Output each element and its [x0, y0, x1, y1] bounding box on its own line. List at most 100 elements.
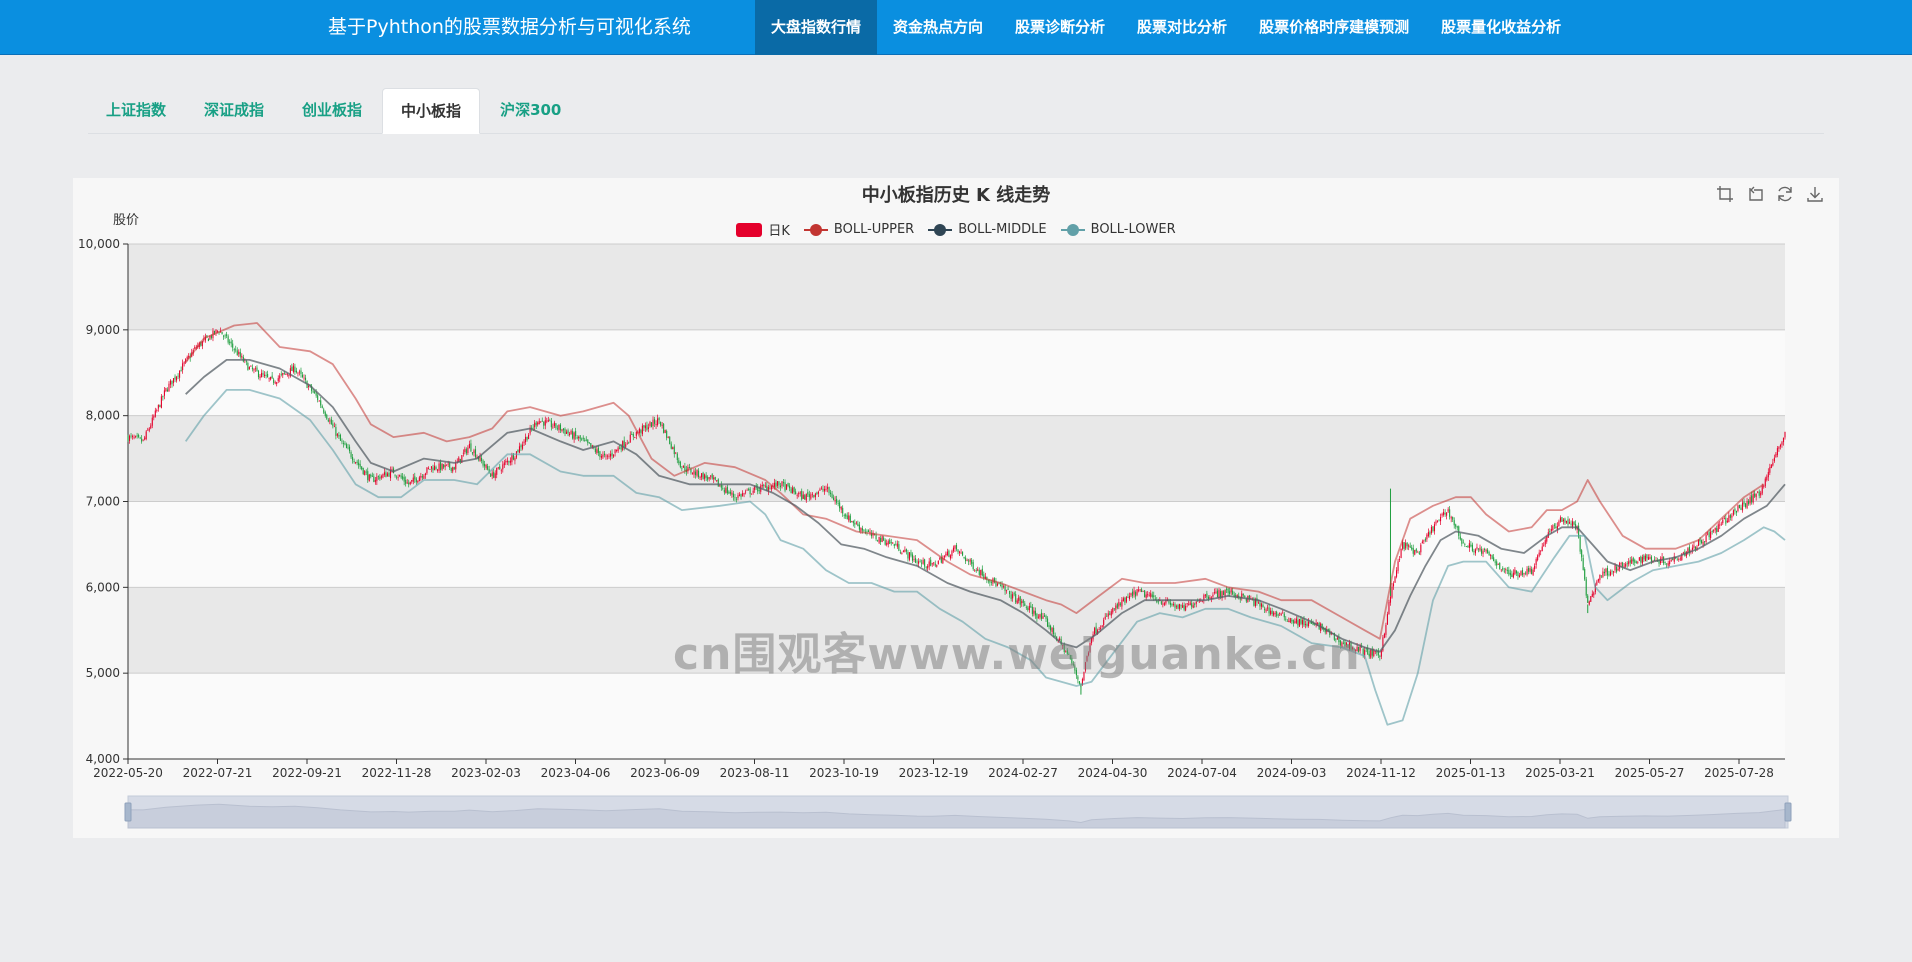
legend-item-boll-middle[interactable]: BOLL-MIDDLE: [928, 220, 1047, 239]
candle-body: [236, 350, 238, 356]
candle-body: [394, 474, 396, 476]
candle-body: [138, 435, 140, 437]
nav-item-stock-compare[interactable]: 股票对比分析: [1121, 0, 1243, 55]
candle-body: [614, 449, 616, 454]
candle-body: [965, 557, 967, 562]
candle-body: [1468, 543, 1470, 549]
candle-body: [314, 391, 316, 393]
candle-body: [632, 433, 634, 437]
candle-body: [133, 437, 135, 439]
candle-body: [1606, 567, 1609, 576]
candle-body: [1179, 604, 1181, 609]
download-icon[interactable]: [1805, 184, 1825, 204]
candle-body: [1526, 568, 1528, 575]
candle-body: [1503, 570, 1505, 572]
tab-chinext[interactable]: 创业板指: [284, 88, 380, 133]
nav-item-price-forecast[interactable]: 股票价格时序建模预测: [1243, 0, 1425, 55]
candle-body: [1006, 590, 1008, 592]
nav-item-quant-returns[interactable]: 股票量化收益分析: [1425, 0, 1577, 55]
nav-item-stock-diagnosis[interactable]: 股票诊断分析: [999, 0, 1121, 55]
candle-body: [1383, 633, 1385, 638]
candle-body: [907, 552, 909, 559]
candle-body: [1502, 567, 1504, 570]
zoom-reset-icon[interactable]: [1745, 184, 1765, 204]
candle-body: [1646, 554, 1648, 559]
restore-icon[interactable]: [1775, 184, 1795, 204]
nav-item-capital-hotspot[interactable]: 资金热点方向: [877, 0, 999, 55]
candle-body: [1480, 549, 1483, 554]
candle-body: [233, 349, 235, 351]
candle-body: [943, 555, 945, 558]
candle-body: [260, 372, 263, 378]
candle-body: [556, 428, 558, 430]
datazoom-handle-right[interactable]: [1784, 802, 1792, 822]
candle-body: [1540, 550, 1542, 552]
candle-body: [1565, 520, 1568, 523]
zoom-select-icon[interactable]: [1715, 184, 1735, 204]
candle-body: [540, 421, 542, 423]
candle-body: [376, 476, 378, 482]
candle-body: [1573, 522, 1575, 525]
candle-body: [1591, 593, 1593, 597]
candle-body: [1435, 521, 1437, 524]
candle-body: [611, 452, 613, 456]
candle-body: [699, 477, 701, 478]
tab-csi300[interactable]: 沪深300: [482, 88, 579, 133]
tab-szse-component[interactable]: 深证成指: [186, 88, 282, 133]
candle-body: [902, 550, 904, 552]
candle-body: [644, 425, 646, 429]
datazoom-handle-left[interactable]: [124, 802, 132, 822]
candle-body: [441, 463, 443, 470]
candle-body: [361, 466, 363, 470]
candle-body: [1391, 586, 1393, 598]
candle-body: [1430, 526, 1432, 533]
legend-item-boll-lower[interactable]: BOLL-LOWER: [1060, 220, 1176, 239]
legend-item-boll-upper[interactable]: BOLL-UPPER: [803, 220, 914, 239]
candle-body: [1524, 572, 1527, 574]
nav-item-market-index[interactable]: 大盘指数行情: [755, 0, 878, 55]
candle-body: [1465, 546, 1467, 548]
y-tick-label: 6,000: [86, 580, 120, 594]
candle-body: [1452, 516, 1454, 520]
candle-body: [1406, 542, 1408, 547]
candle-body: [267, 374, 269, 378]
candle-body: [344, 443, 346, 445]
candle-body: [496, 467, 498, 475]
candle-body: [1033, 610, 1035, 614]
candle-body: [731, 492, 733, 495]
candle-body: [1723, 518, 1725, 520]
candle-body: [1276, 611, 1278, 616]
tab-sme-board[interactable]: 中小板指: [382, 88, 481, 134]
tab-sse-index[interactable]: 上证指数: [88, 88, 184, 133]
candle-body: [1538, 552, 1540, 556]
x-tick-label: 2023-02-03: [451, 766, 521, 780]
candle-body: [1761, 485, 1763, 494]
legend-item-daily-k[interactable]: 日K: [736, 220, 790, 239]
candle-body: [1271, 610, 1273, 614]
candle-body: [1702, 541, 1704, 545]
candle-body: [745, 491, 747, 493]
candle-body: [714, 477, 716, 480]
candle-body: [1462, 542, 1464, 544]
candle-body: [279, 375, 281, 379]
candle-body: [573, 432, 575, 440]
candle-body: [1203, 595, 1205, 600]
y-tick-label: 5,000: [86, 666, 120, 680]
candle-body: [1752, 493, 1754, 503]
candle-body: [443, 464, 445, 468]
candle-body: [1447, 509, 1449, 512]
candle-body: [999, 584, 1002, 586]
candle-body: [678, 460, 680, 464]
main-nav: 大盘指数行情 资金热点方向 股票诊断分析 股票对比分析 股票价格时序建模预测 股…: [755, 0, 1577, 55]
candle-body: [1711, 530, 1713, 532]
candle-body: [640, 429, 642, 433]
candle-body: [1644, 555, 1646, 562]
candle-body: [405, 479, 407, 484]
candle-body: [180, 369, 182, 372]
candle-body: [1528, 567, 1530, 572]
candle-body: [254, 368, 257, 370]
candle-body: [491, 472, 493, 476]
kline-chart: 4,000 5,000 6,000 7,000 8,000 9,000 10,000 2022…: [78, 237, 1792, 829]
candle-body: [787, 482, 789, 486]
candle-body: [1440, 517, 1442, 522]
